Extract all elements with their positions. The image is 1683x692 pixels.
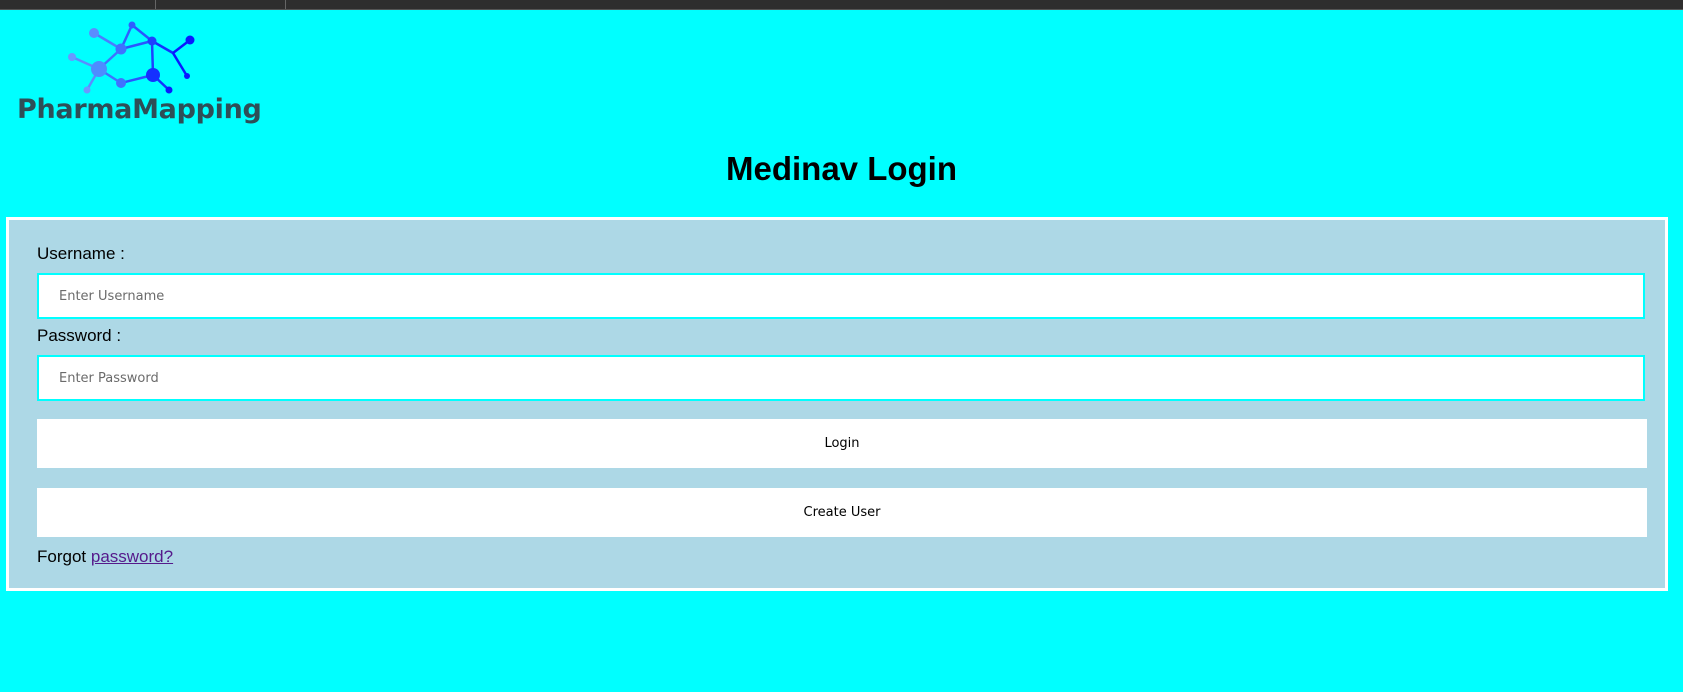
top-bar-divider <box>155 0 156 9</box>
login-form-panel: Username : Password : Login Create User … <box>6 217 1668 591</box>
username-label: Username : <box>37 244 125 263</box>
password-label: Password : <box>37 326 122 345</box>
molecule-network-icon <box>68 21 195 94</box>
login-button[interactable]: Login <box>37 419 1647 468</box>
browser-top-bar <box>0 0 1683 10</box>
password-input[interactable] <box>37 355 1645 401</box>
pharmamapping-logo: PharmaMapping <box>17 18 262 130</box>
top-bar-divider <box>285 0 286 9</box>
logo-text: PharmaMapping <box>17 94 262 125</box>
username-input[interactable] <box>37 273 1645 319</box>
forgot-password-link[interactable]: password? <box>91 547 173 566</box>
page-title: Medinav Login <box>726 150 957 187</box>
forgot-text: Forgot <box>37 547 87 566</box>
forgot-password-row: Forgot password? <box>37 547 173 567</box>
create-user-button[interactable]: Create User <box>37 488 1647 537</box>
